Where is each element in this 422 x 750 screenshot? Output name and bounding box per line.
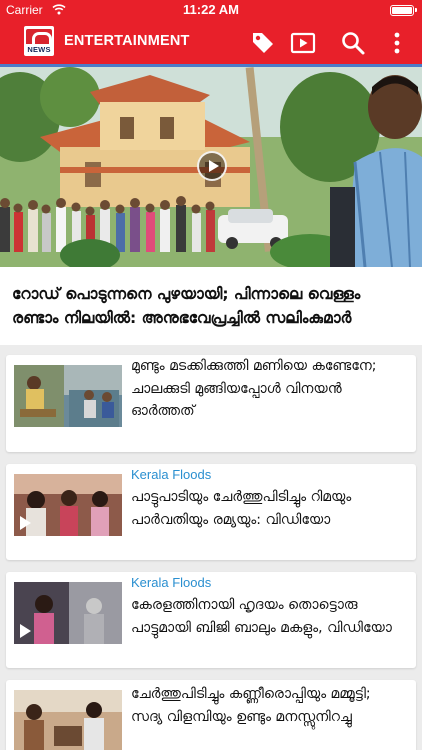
article-thumbnail xyxy=(14,582,122,644)
article-title: മുണ്ടും മടക്കിക്കുത്തി മണിയെ കണ്ടേനേ; ചാ… xyxy=(131,358,377,419)
article-thumbnail xyxy=(14,690,122,750)
video-play-icon xyxy=(20,516,31,530)
more-vert-icon[interactable] xyxy=(384,30,410,56)
article-title: ചേർത്തുപിടിച്ചും കണ്ണീരൊപ്പിയും മമ്മൂട്ട… xyxy=(131,686,371,725)
hero-headline-card[interactable]: റോഡ് പൊടുന്നനെ പുഴയായി; പിന്നാലെ വെള്ളം … xyxy=(0,267,422,345)
video-icon[interactable] xyxy=(290,30,316,56)
status-bar: Carrier 11:22 AM xyxy=(0,0,422,20)
battery-icon xyxy=(390,5,417,16)
article-thumbnail xyxy=(14,365,122,427)
status-time: 11:22 AM xyxy=(183,2,239,17)
article-title: പാട്ടുപാടിയും ചേർത്തുപിടിച്ചും റിമയും പാ… xyxy=(131,489,352,528)
logo-emblem xyxy=(26,29,52,44)
search-icon[interactable] xyxy=(340,30,366,56)
tag-icon[interactable] xyxy=(250,30,276,56)
thumbnail-image xyxy=(14,365,122,427)
manorama-news-logo[interactable]: NEWS xyxy=(24,26,54,56)
app-header: NEWS ENTERTAINMENT xyxy=(0,20,422,64)
thumbnail-image xyxy=(14,690,122,750)
logo-text: NEWS xyxy=(27,45,51,54)
article-thumbnail xyxy=(14,474,122,536)
article-tag[interactable]: Kerala Floods xyxy=(131,467,211,482)
hero-image[interactable] xyxy=(0,67,422,267)
article-card[interactable]: Kerala Floods പാട്ടുപാടിയും ചേർത്തുപിടിച… xyxy=(6,464,416,560)
article-card[interactable]: ചേർത്തുപിടിച്ചും കണ്ണീരൊപ്പിയും മമ്മൂട്ട… xyxy=(6,680,416,750)
section-title: ENTERTAINMENT xyxy=(64,33,190,49)
article-title: കേരളത്തിനായി ഹൃദയം തൊട്ടൊരു പാട്ടുമായി ബ… xyxy=(131,597,392,636)
article-card[interactable]: മുണ്ടും മടക്കിക്കുത്തി മണിയെ കണ്ടേനേ; ചാ… xyxy=(6,355,416,452)
video-play-icon xyxy=(20,624,31,638)
article-card[interactable]: Kerala Floods കേരളത്തിനായി ഹൃദയം തൊട്ടൊര… xyxy=(6,572,416,668)
article-tag[interactable]: Kerala Floods xyxy=(131,575,211,590)
hero-headline: റോഡ് പൊടുന്നനെ പുഴയായി; പിന്നാലെ വെള്ളം … xyxy=(12,285,361,327)
hero-play-icon[interactable] xyxy=(197,151,227,181)
